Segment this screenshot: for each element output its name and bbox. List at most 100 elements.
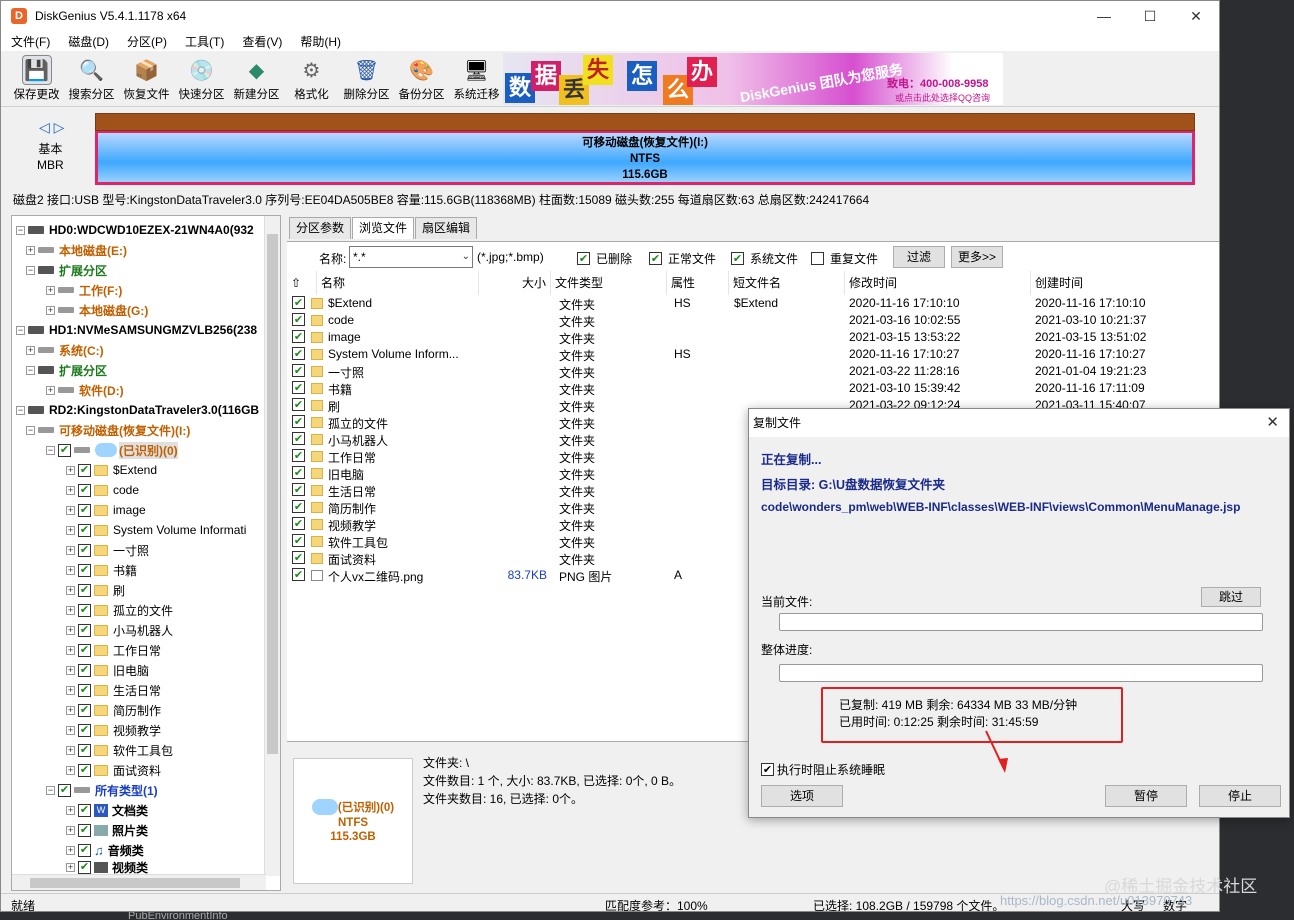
expand-icon[interactable]: +	[66, 685, 75, 695]
collapse-icon[interactable]: −	[46, 785, 55, 795]
expand-icon[interactable]: +	[66, 625, 75, 635]
expand-icon[interactable]: +	[66, 825, 75, 835]
ad-banner[interactable]: 数 据 丢 失 怎 么 办 DiskGenius 团队为您服务 致电：400-0…	[503, 53, 1003, 105]
tree-folder-item[interactable]: + ✔ 一寸照	[66, 540, 149, 560]
tree-type-audio[interactable]: + ✔ ♫ 音频类	[66, 840, 144, 860]
checkbox[interactable]: ✔	[292, 347, 305, 360]
checkbox[interactable]: ✔	[292, 483, 305, 496]
col-name[interactable]: 名称	[317, 271, 479, 295]
system-files-checkbox[interactable]: ✔ 系统文件	[731, 250, 798, 267]
name-filter-input[interactable]: *.* ⌄	[349, 246, 473, 268]
tree-hd1-software[interactable]: + 软件(D:)	[46, 380, 124, 400]
checkbox[interactable]: ✔	[58, 783, 71, 797]
menu-help[interactable]: 帮助(H)	[298, 33, 343, 50]
checkbox[interactable]: ✔	[78, 563, 91, 577]
tree-folder-item[interactable]: + ✔ 软件工具包	[66, 740, 173, 760]
tree-type-video[interactable]: + ✔ 视频类	[66, 860, 148, 874]
expand-icon[interactable]: +	[66, 605, 75, 615]
disk-nav-arrows[interactable]: ◁ ▷	[39, 119, 64, 136]
normal-files-checkbox[interactable]: ✔ 正常文件	[649, 250, 716, 267]
table-row[interactable]: ✔ image 文件夹 2021-03-15 13:53:22 2021-03-15 1…	[287, 329, 1219, 346]
pause-button[interactable]: 暂停	[1105, 785, 1187, 807]
checkbox[interactable]: ✔	[78, 703, 91, 717]
expand-icon[interactable]: +	[66, 765, 75, 775]
expand-icon[interactable]: +	[66, 545, 75, 555]
checkbox[interactable]: ✔	[78, 723, 91, 737]
tree-folder-item[interactable]: + ✔ 简历制作	[66, 700, 161, 720]
tab-sector-edit[interactable]: 扇区编辑	[415, 217, 478, 239]
checkbox[interactable]: ✔	[292, 398, 305, 411]
expand-icon[interactable]: +	[66, 465, 75, 475]
prevent-sleep-checkbox[interactable]: ✔ 执行时阻止系统睡眠	[761, 761, 885, 778]
checkbox[interactable]: ✔	[78, 623, 91, 637]
col-shortname[interactable]: 短文件名	[729, 271, 845, 295]
tree-all-types[interactable]: − ✔ 所有类型(1)	[46, 780, 158, 800]
skip-button[interactable]: 跳过	[1201, 587, 1261, 607]
checkbox[interactable]: ✔	[292, 364, 305, 377]
checkbox[interactable]: ✔	[78, 543, 91, 557]
table-row[interactable]: ✔ 一寸照 文件夹 2021-03-22 11:28:16 2021-01-04 19:…	[287, 363, 1219, 380]
partition-block[interactable]: 可移动磁盘(恢复文件)(I:) NTFS 115.6GB	[95, 131, 1195, 185]
checkbox[interactable]: ✔	[78, 823, 91, 837]
up-arrow-icon[interactable]: ⇧	[287, 271, 317, 295]
tree-hd1-system[interactable]: + 系统(C:)	[26, 340, 104, 360]
tree-folder-item[interactable]: + ✔ $Extend	[66, 460, 157, 480]
table-row[interactable]: ✔ $Extend 文件夹 HS $Extend 2020-11-16 17:10:10 2…	[287, 295, 1219, 312]
tree-hd1[interactable]: − HD1:NVMeSAMSUNGMZVLB256(238	[16, 320, 257, 340]
tree-rd2[interactable]: − RD2:KingstonDataTraveler3.0(116GB	[16, 400, 259, 420]
tree-folder-item[interactable]: + ✔ 面试资料	[66, 760, 161, 780]
col-type[interactable]: 文件类型	[551, 271, 667, 295]
delete-partition-button[interactable]: 🗑 删除分区	[339, 51, 394, 102]
deleted-checkbox[interactable]: ✔ 已删除	[577, 250, 632, 267]
expand-icon[interactable]: +	[66, 645, 75, 655]
expand-icon[interactable]: +	[66, 505, 75, 515]
checkbox[interactable]: ✔	[78, 683, 91, 697]
checkbox[interactable]: ✔	[78, 643, 91, 657]
format-button[interactable]: ⚙ 格式化	[284, 51, 339, 102]
checkbox[interactable]: ✔	[292, 432, 305, 445]
search-partition-button[interactable]: 🔍 搜索分区	[64, 51, 119, 102]
tree-horizontal-scrollbar[interactable]	[12, 874, 266, 890]
menu-file[interactable]: 文件(F)	[9, 33, 52, 50]
tree-folder-item[interactable]: + ✔ 生活日常	[66, 680, 161, 700]
expand-icon[interactable]: +	[66, 745, 75, 755]
checkbox[interactable]: ✔	[78, 803, 91, 817]
quick-partition-button[interactable]: 💿 快速分区	[174, 51, 229, 102]
tree-folder-item[interactable]: + ✔ 书籍	[66, 560, 137, 580]
tree-hd0-work[interactable]: + 工作(F:)	[46, 280, 122, 300]
checkbox[interactable]: ✔	[292, 517, 305, 530]
checkbox[interactable]: ✔	[78, 483, 91, 497]
expand-icon[interactable]: +	[26, 345, 35, 355]
collapse-icon[interactable]: −	[26, 265, 35, 275]
expand-icon[interactable]: +	[66, 485, 75, 495]
tree-hd1-extended[interactable]: − 扩展分区	[26, 360, 107, 380]
menu-disk[interactable]: 磁盘(D)	[66, 33, 111, 50]
expand-icon[interactable]: +	[66, 845, 75, 855]
expand-icon[interactable]: +	[46, 285, 55, 295]
tree-folder-item[interactable]: + ✔ image	[66, 500, 146, 520]
tree-folder-item[interactable]: + ✔ 刷	[66, 580, 125, 600]
col-ctime[interactable]: 创建时间	[1031, 271, 1219, 295]
new-partition-button[interactable]: ◆ 新建分区	[229, 51, 284, 102]
checkbox[interactable]: ✔	[78, 583, 91, 597]
tree-hd0-extended[interactable]: − 扩展分区	[26, 260, 107, 280]
menu-view[interactable]: 查看(V)	[240, 33, 284, 50]
checkbox[interactable]: ✔	[292, 568, 305, 581]
checkbox[interactable]: ✔	[78, 860, 91, 874]
checkbox[interactable]: ✔	[292, 296, 305, 309]
tree-folder-item[interactable]: + ✔ 视频教学	[66, 720, 161, 740]
expand-icon[interactable]: +	[66, 862, 75, 872]
tree-vertical-scrollbar[interactable]	[264, 216, 280, 876]
tree-hd0-local[interactable]: + 本地磁盘(E:)	[26, 240, 127, 260]
more-button[interactable]: 更多>>	[951, 246, 1003, 268]
duplicate-files-checkbox[interactable]: 重复文件	[811, 250, 878, 267]
filter-button[interactable]: 过滤	[893, 246, 945, 268]
tree-rd2-partition[interactable]: − 可移动磁盘(恢复文件)(I:)	[26, 420, 190, 440]
tree-recognized[interactable]: − ✔ (已识别)(0)	[46, 440, 178, 460]
collapse-icon[interactable]: −	[26, 425, 35, 435]
expand-icon[interactable]: +	[66, 665, 75, 675]
options-button[interactable]: 选项	[761, 785, 843, 807]
banner-qq-link[interactable]: 或点击此处选择QQ咨询	[895, 91, 990, 104]
system-migrate-button[interactable]: 🖥 系统迁移	[449, 51, 504, 102]
menu-partition[interactable]: 分区(P)	[125, 33, 169, 50]
